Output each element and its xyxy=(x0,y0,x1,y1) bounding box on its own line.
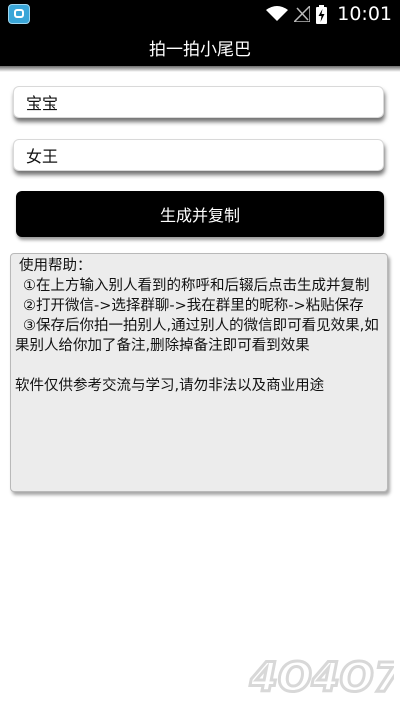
status-icons: 10:01 xyxy=(266,3,392,25)
suffix-input[interactable]: 女王 xyxy=(13,139,384,171)
nickname-input[interactable]: 宝宝 xyxy=(13,86,384,118)
help-step-2: ②打开微信->选择群聊->我在群里的昵称->粘贴保存 xyxy=(23,298,364,314)
app-notification-icon xyxy=(8,4,30,24)
title-bar: 拍一拍小尾巴 xyxy=(0,28,400,72)
help-heading: 使用帮助： xyxy=(19,258,92,274)
help-step-3: ③保存后你拍一拍别人,通过别人的微信即可看见效果,如果别人给你加了备注,删除掉备… xyxy=(15,318,379,354)
watermark-text: 4O4O7.com xyxy=(249,655,394,701)
status-bar: 10:01 xyxy=(0,0,400,28)
help-text-area[interactable]: 使用帮助： ①在上方输入别人看到的称呼和后辍后点击生成并复制 ②打开微信->选择… xyxy=(10,253,388,492)
suffix-input-value: 女王 xyxy=(26,147,59,166)
status-time: 10:01 xyxy=(337,3,392,25)
help-step-1: ①在上方输入别人看到的称呼和后辍后点击生成并复制 xyxy=(23,278,370,294)
help-disclaimer: 软件仅供参考交流与学习,请勿非法以及商业用途 xyxy=(15,378,325,394)
generate-copy-button-label: 生成并复制 xyxy=(159,206,240,225)
page-title: 拍一拍小尾巴 xyxy=(149,39,251,60)
site-watermark-logo: 4O4O7.com xyxy=(248,654,394,703)
battery-charging-icon xyxy=(316,4,328,24)
nickname-input-value: 宝宝 xyxy=(26,94,59,113)
signal-icon xyxy=(294,6,311,22)
wifi-icon xyxy=(266,6,289,22)
generate-copy-button[interactable]: 生成并复制 xyxy=(16,191,384,237)
